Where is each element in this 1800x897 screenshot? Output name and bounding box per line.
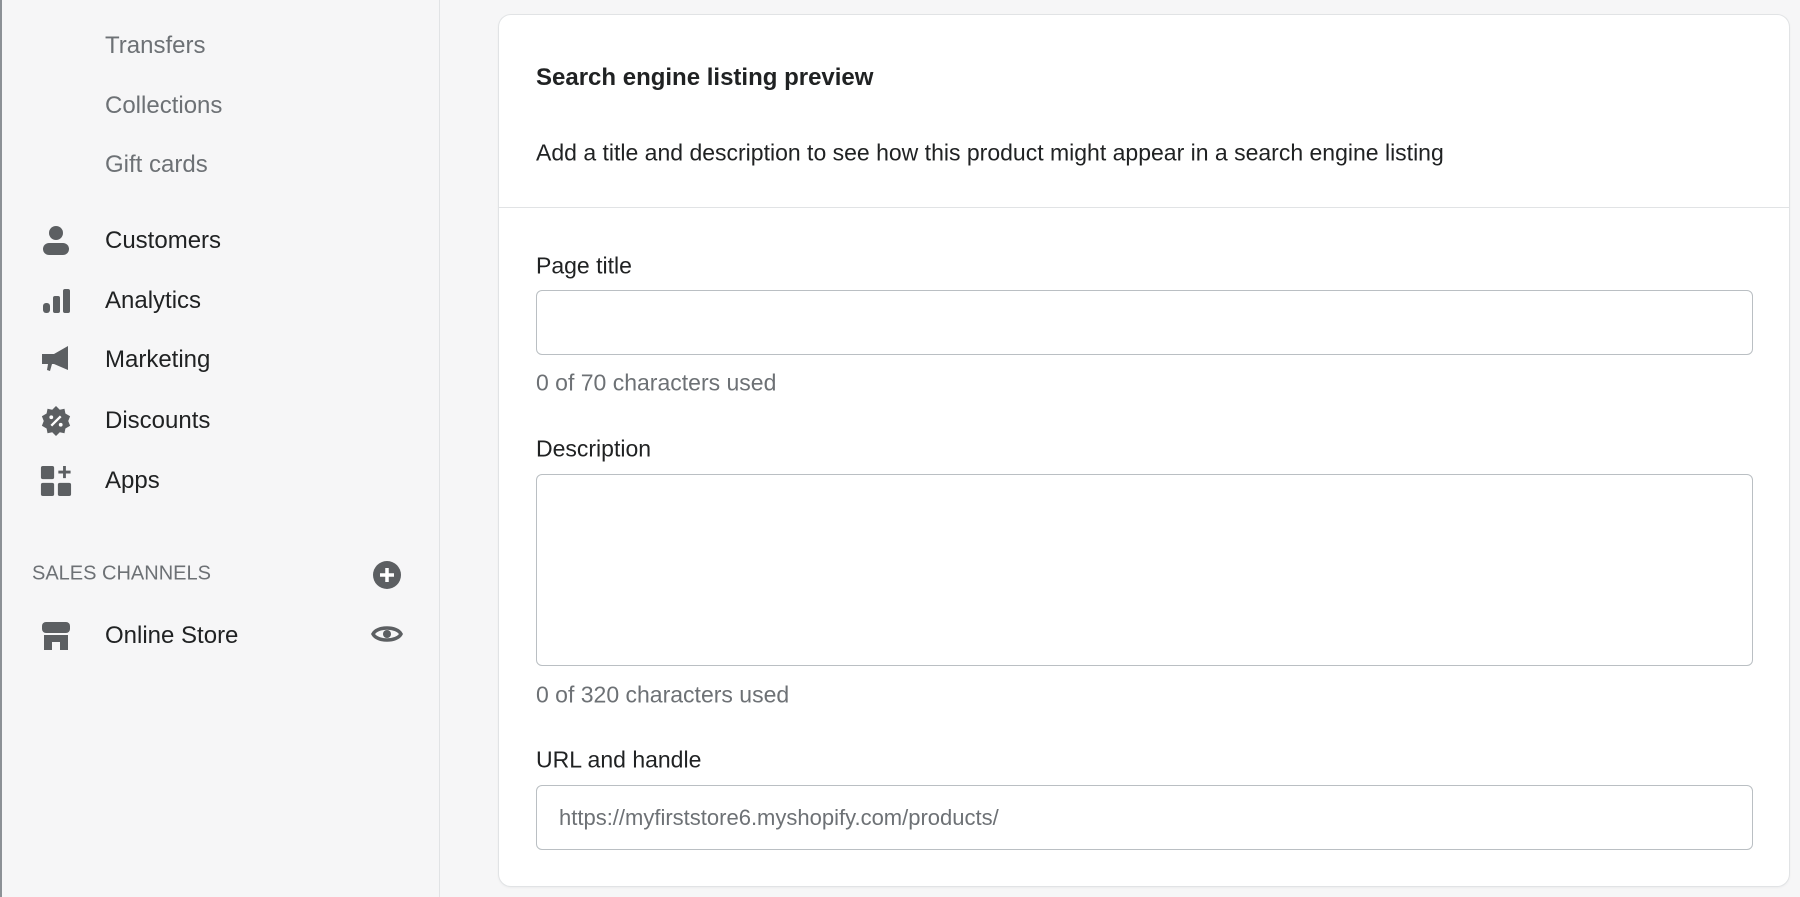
sidebar-item-customers[interactable]: Customers (2, 215, 432, 267)
card-description: Add a title and description to see how t… (536, 139, 1444, 166)
sidebar-item-marketing[interactable]: Marketing (2, 334, 432, 386)
page-title-counter: 0 of 70 characters used (536, 369, 777, 396)
megaphone-icon (40, 344, 72, 376)
store-icon (40, 620, 72, 652)
sidebar-item-analytics[interactable]: Analytics (2, 275, 432, 327)
sidebar-item-apps[interactable]: Apps (2, 455, 432, 507)
add-sales-channel-button[interactable] (371, 559, 403, 591)
sales-channels-heading: SALES CHANNELS (32, 562, 211, 585)
url-label: URL and handle (536, 746, 702, 773)
sidebar-item-discounts[interactable]: Discounts (2, 395, 432, 447)
url-handle-input[interactable] (536, 785, 1753, 850)
sidebar-item-transfers[interactable]: Transfers (105, 32, 205, 60)
page-title-label: Page title (536, 252, 632, 279)
seo-card: Search engine listing preview Add a titl… (499, 15, 1789, 886)
sidebar-item-label: Discounts (105, 407, 211, 434)
view-online-store-button[interactable] (371, 618, 403, 650)
description-textarea[interactable] (536, 474, 1753, 666)
sidebar-item-label: Customers (105, 227, 222, 254)
sidebar-item-gift-cards[interactable]: Gift cards (105, 151, 208, 179)
discount-badge-icon (40, 405, 72, 437)
bar-chart-icon (40, 285, 72, 317)
page-title-input[interactable] (536, 290, 1753, 355)
sidebar-item-online-store[interactable]: Online Store (2, 610, 432, 662)
sidebar-item-label: Analytics (105, 287, 202, 314)
sidebar-item-collections[interactable]: Collections (105, 92, 222, 120)
person-icon (40, 225, 72, 257)
divider (499, 207, 1789, 208)
description-counter: 0 of 320 characters used (536, 681, 790, 708)
plus-circle-icon (373, 561, 401, 589)
sidebar-item-label: Apps (105, 467, 160, 494)
apps-grid-icon (40, 465, 72, 497)
sidebar-item-label: Marketing (105, 346, 211, 373)
sidebar: Transfers Collections Gift cards Custome… (0, 0, 440, 897)
description-label: Description (536, 435, 652, 462)
sidebar-item-label: Online Store (105, 622, 239, 649)
card-title: Search engine listing preview (536, 64, 874, 91)
eye-icon (371, 626, 403, 642)
